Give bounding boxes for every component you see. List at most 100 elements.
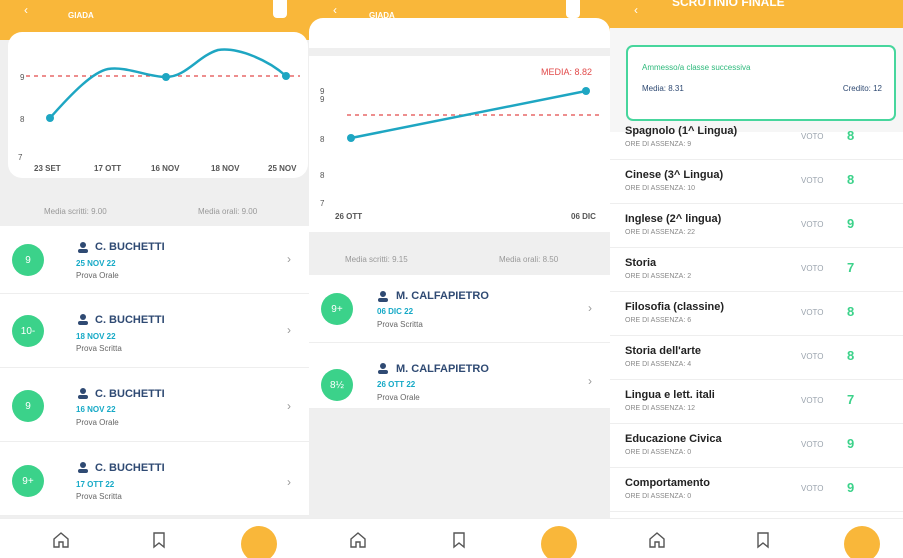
grade-badge: 8½ — [321, 369, 353, 401]
subject-row: Educazione Civica ORE DI ASSENZA: 0 VOTO… — [610, 424, 903, 468]
teacher-name: C. BUCHETTI — [95, 388, 165, 400]
grade-chart-card: 9 8 7 23 SET 17 OTT 16 NOV 18 NOV 25 NOV — [8, 32, 308, 178]
grade-type: Prova Orale — [76, 418, 119, 427]
absence-hours: ORE DI ASSENZA: 0 — [625, 493, 692, 500]
chevron-right-icon: › — [588, 374, 592, 388]
final-scrutiny-panel: ‹ SCRUTINIO FINALE Ammesso/a classe succ… — [610, 0, 903, 558]
absence-hours: ORE DI ASSENZA: 9 — [625, 141, 692, 148]
phone-icon[interactable] — [566, 0, 580, 18]
grade-date: 16 NOV 22 — [76, 405, 116, 414]
grade-item[interactable]: 9 C. BUCHETTI 25 NOV 22 Prova Orale › — [0, 226, 309, 294]
x-tick: 06 DIC — [571, 212, 596, 221]
grade-chart-card: MEDIA: 8.82 9 9 8 8 7 26 OTT 06 DIC — [309, 56, 610, 232]
subject-row: Comportamento ORE DI ASSENZA: 0 VOTO 9 — [610, 468, 903, 512]
absence-hours: ORE DI ASSENZA: 12 — [625, 405, 696, 412]
grade-chart: MEDIA: 8.82 9 9 8 8 7 26 OTT 06 DIC — [320, 67, 599, 221]
vote-label: VOTO — [801, 396, 824, 405]
vote-value: 8 — [847, 304, 855, 319]
x-tick: 16 NOV — [151, 164, 180, 173]
bookmark-icon[interactable] — [150, 531, 168, 549]
grade-date: 25 NOV 22 — [76, 259, 116, 268]
vote-value: 8 — [847, 128, 855, 143]
y-tick: 9 — [20, 73, 25, 82]
media-label: MEDIA: 8.82 — [541, 67, 592, 77]
y-tick: 8 — [320, 135, 325, 144]
app-screenshot: ‹ GIADA 9 8 7 23 SET 17 OTT 16 NOV 18 NO… — [0, 0, 903, 558]
vote-value: 9 — [847, 436, 855, 451]
chevron-right-icon: › — [287, 475, 291, 489]
x-tick: 23 SET — [34, 164, 61, 173]
user-icon — [78, 462, 88, 473]
header-curve — [309, 18, 610, 48]
grade-badge: 9+ — [321, 293, 353, 325]
back-arrow-icon[interactable]: ‹ — [634, 3, 638, 17]
vote-label: VOTO — [801, 264, 824, 273]
user-icon — [378, 363, 388, 374]
grade-item[interactable]: 10- C. BUCHETTI 18 NOV 22 Prova Scritta … — [0, 294, 309, 368]
y-tick: 7 — [320, 199, 325, 208]
grade-badge: 9 — [12, 244, 44, 276]
absence-hours: ORE DI ASSENZA: 4 — [625, 361, 692, 368]
credit: Credito: 12 — [842, 84, 882, 93]
back-arrow-icon[interactable]: ‹ — [333, 3, 337, 17]
grid-dots-icon[interactable] — [241, 526, 277, 558]
grades-panel-middle: ‹ GIADA MEDIA: 8.82 9 9 8 8 7 26 OTT 06 … — [309, 0, 610, 558]
vote-label: VOTO — [801, 440, 824, 449]
final-average: Media: 8.31 — [642, 84, 684, 93]
bottom-navigation — [309, 518, 610, 558]
grade-item[interactable]: 9+ C. BUCHETTI 17 OTT 22 Prova Scritta › — [0, 442, 309, 516]
subject-name: Spagnolo (1^ Lingua) — [625, 125, 738, 137]
final-result-card: Ammesso/a classe successiva Media: 8.31 … — [626, 45, 896, 121]
back-arrow-icon[interactable]: ‹ — [24, 3, 28, 17]
grade-chart: 9 8 7 23 SET 17 OTT 16 NOV 18 NOV 25 NOV — [18, 48, 300, 173]
grade-point — [582, 87, 590, 95]
subject-name: Cinese (3^ Lingua) — [625, 169, 724, 181]
vote-value: 9 — [847, 216, 855, 231]
teacher-name: M. CALFAPIETRO — [396, 363, 489, 375]
grade-item[interactable]: 9 C. BUCHETTI 16 NOV 22 Prova Orale › — [0, 368, 309, 442]
subject-name: Storia — [625, 257, 657, 269]
subject-row: Spagnolo (1^ Lingua) ORE DI ASSENZA: 9 V… — [610, 116, 903, 160]
x-tick: 25 NOV — [268, 164, 297, 173]
grid-dots-icon[interactable] — [541, 526, 577, 558]
teacher-name: C. BUCHETTI — [95, 314, 165, 326]
grade-date: 18 NOV 22 — [76, 332, 116, 341]
bookmark-icon[interactable] — [450, 531, 468, 549]
bottom-navigation — [0, 518, 309, 558]
home-icon[interactable] — [648, 531, 666, 549]
grade-point — [162, 73, 170, 81]
grid-dots-icon[interactable] — [844, 526, 880, 558]
grade-badge: 10- — [12, 315, 44, 347]
grade-point — [282, 72, 290, 80]
subject-row: Cinese (3^ Lingua) ORE DI ASSENZA: 10 VO… — [610, 160, 903, 204]
grade-date: 06 DIC 22 — [377, 307, 414, 316]
grade-line — [49, 48, 287, 119]
user-icon — [78, 388, 88, 399]
chevron-right-icon: › — [287, 323, 291, 337]
written-average: Media scritti: 9.15 — [345, 255, 408, 264]
subject-row: Inglese (2^ lingua) ORE DI ASSENZA: 22 V… — [610, 204, 903, 248]
promotion-status: Ammesso/a classe successiva — [642, 63, 751, 72]
home-icon[interactable] — [52, 531, 70, 549]
bottom-navigation — [610, 518, 903, 558]
absence-hours: ORE DI ASSENZA: 22 — [625, 229, 696, 236]
y-tick: 8 — [320, 171, 325, 180]
phone-icon[interactable] — [273, 0, 287, 18]
y-tick: 7 — [18, 153, 23, 162]
subject-name: Inglese (2^ lingua) — [625, 213, 722, 225]
home-icon[interactable] — [349, 531, 367, 549]
vote-label: VOTO — [801, 176, 824, 185]
chevron-right-icon: › — [287, 399, 291, 413]
vote-value: 7 — [847, 392, 855, 407]
subject-row: Storia dell'arte ORE DI ASSENZA: 4 VOTO … — [610, 336, 903, 380]
oral-average: Media orali: 8.50 — [499, 255, 559, 264]
grade-item[interactable]: 8½ M. CALFAPIETRO 26 OTT 22 Prova Orale … — [309, 343, 610, 409]
vote-label: VOTO — [801, 352, 824, 361]
bookmark-icon[interactable] — [754, 531, 772, 549]
grade-badge: 9 — [12, 390, 44, 422]
user-icon — [78, 314, 88, 325]
x-tick: 18 NOV — [211, 164, 240, 173]
absence-hours: ORE DI ASSENZA: 2 — [625, 273, 692, 280]
grade-item[interactable]: 9+ M. CALFAPIETRO 06 DIC 22 Prova Scritt… — [309, 275, 610, 343]
user-icon — [78, 242, 88, 253]
